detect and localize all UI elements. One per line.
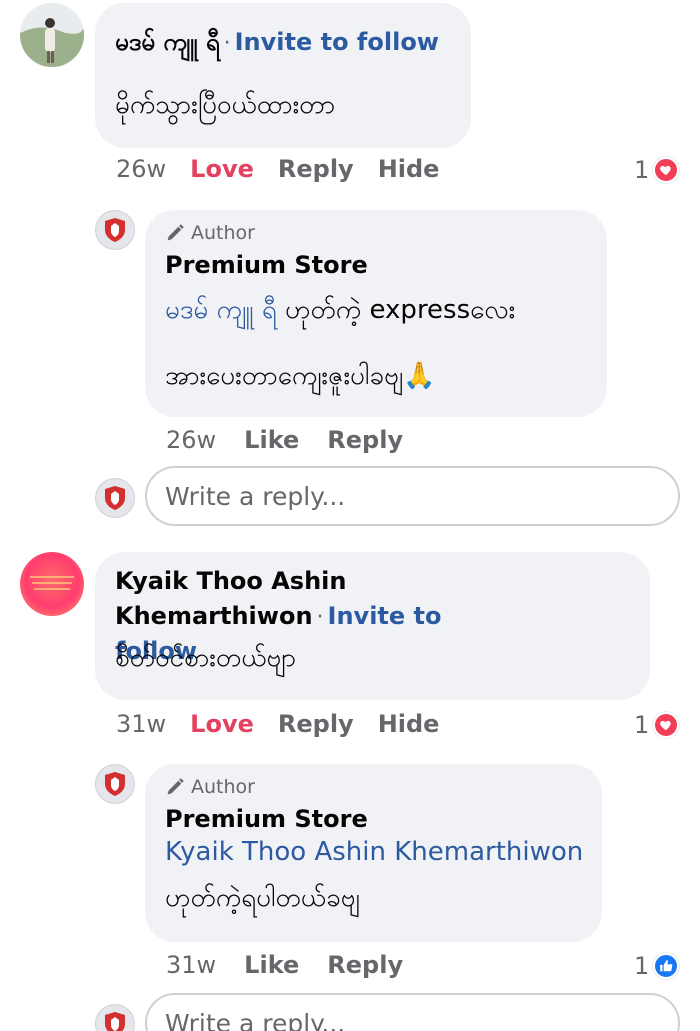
commenter-name[interactable]: Kyaik Thoo Ashin Khemarthiwon — [115, 567, 347, 630]
commenter-name[interactable]: မဒမ် ကျူ ရီ — [115, 28, 220, 56]
author-avatar[interactable] — [95, 764, 135, 804]
commenter-avatar[interactable] — [20, 3, 84, 67]
reaction-count[interactable]: 1 — [634, 711, 680, 739]
reply-bubble: Author Premium Store မဒမ် ကျူ ရီ ဟုတ်ကဲ့… — [145, 210, 607, 417]
pencil-icon — [167, 778, 184, 795]
author-avatar[interactable] — [95, 210, 135, 250]
reply-author-name[interactable]: Premium Store — [165, 804, 368, 834]
reaction-count[interactable]: 1 — [634, 952, 680, 980]
author-badge: Author — [165, 776, 255, 798]
write-reply-placeholder: Write a reply... — [165, 481, 346, 511]
love-button[interactable]: Love — [190, 710, 254, 738]
reply-bubble: Author Premium Store Kyaik Thoo Ashin Kh… — [145, 764, 602, 942]
reaction-count-number: 1 — [634, 952, 650, 980]
commenter-avatar[interactable] — [20, 552, 84, 616]
comment-timestamp: 26w — [116, 155, 167, 183]
shield-logo-icon — [105, 486, 125, 510]
hide-button[interactable]: Hide — [378, 155, 440, 183]
reply-button[interactable]: Reply — [327, 951, 403, 979]
comment-timestamp: 31w — [116, 710, 167, 738]
profile-photo-icon — [30, 576, 74, 590]
shield-logo-icon — [105, 1012, 125, 1031]
reply-button[interactable]: Reply — [327, 426, 403, 454]
heart-icon — [653, 712, 680, 738]
reply-author-name[interactable]: Premium Store — [165, 250, 368, 280]
reply-text: ဟုတ်ကဲ့ရပါတယ်ခဗျ — [165, 883, 360, 913]
invite-to-follow-link[interactable]: Invite to — [328, 602, 442, 630]
reply-button[interactable]: Reply — [278, 710, 354, 738]
comment-bubble: မဒမ် ကျူ ရီ · Invite to follow မိုက်သွားပြ… — [95, 3, 471, 148]
comment-actions: 26w Love Reply Hide — [116, 155, 439, 183]
like-button[interactable]: Like — [244, 951, 299, 979]
mention-link[interactable]: Kyaik Thoo Ashin Khemarthiwon — [165, 834, 583, 870]
reply-timestamp: 31w — [166, 951, 217, 979]
reply-actions: 31w Like Reply — [166, 951, 403, 979]
reply-text: ဟုတ်ကဲ့ expressလေး — [276, 295, 516, 325]
heart-icon — [653, 157, 680, 183]
love-button[interactable]: Love — [190, 155, 254, 183]
current-user-avatar — [95, 1004, 135, 1031]
pencil-icon — [167, 224, 184, 241]
reaction-count[interactable]: 1 — [634, 156, 680, 184]
write-reply-placeholder: Write a reply... — [165, 1008, 346, 1031]
hide-button[interactable]: Hide — [378, 710, 440, 738]
reply-button[interactable]: Reply — [278, 155, 354, 183]
reply-timestamp: 26w — [166, 426, 217, 454]
author-badge-label: Author — [191, 222, 255, 244]
like-button[interactable]: Like — [244, 426, 299, 454]
separator-dot: · — [223, 31, 231, 56]
reply-text-line-1: မဒမ် ကျူ ရီ ဟုတ်ကဲ့ expressလေး — [165, 292, 515, 328]
write-reply-input[interactable]: Write a reply... — [145, 993, 680, 1031]
comment-bubble: Kyaik Thoo Ashin Khemarthiwon · Invite to … — [95, 552, 650, 700]
reaction-count-number: 1 — [634, 156, 650, 184]
invite-to-follow-link[interactable]: Invite to follow — [235, 28, 439, 56]
current-user-avatar — [95, 478, 135, 518]
comment-text: စိတ်ဝင်စားတယ်ဗျာ — [115, 643, 297, 673]
author-badge: Author — [165, 222, 255, 244]
profile-photo-icon — [20, 3, 84, 67]
reaction-count-number: 1 — [634, 711, 650, 739]
write-reply-input[interactable]: Write a reply... — [145, 466, 680, 526]
comment-text: မိုက်သွားပြီဝယ်ထားတာ — [115, 90, 336, 120]
author-badge-label: Author — [191, 776, 255, 798]
like-icon — [653, 953, 680, 979]
shield-logo-icon — [105, 218, 125, 242]
separator-dot: · — [316, 605, 324, 630]
shield-logo-icon — [105, 772, 125, 796]
comment-actions: 31w Love Reply Hide — [116, 710, 439, 738]
reply-actions: 26w Like Reply — [166, 426, 403, 454]
reply-text-line-2: အားပေးတာကျေးဇူးပါခဗျ🙏 — [165, 361, 436, 391]
mention-link[interactable]: မဒမ် ကျူ ရီ — [165, 295, 277, 325]
